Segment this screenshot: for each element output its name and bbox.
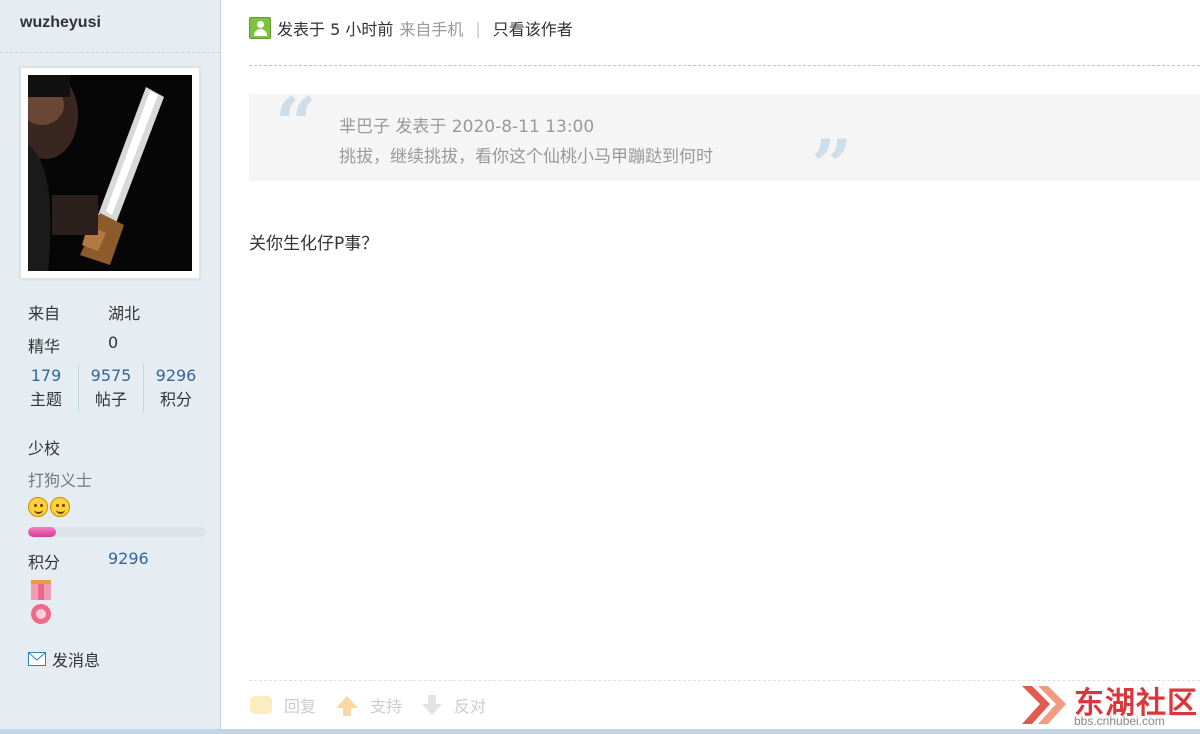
thumbs-up-arrow-icon [336,696,359,716]
from-label: 来自 [28,304,61,323]
points-label: 积分 [28,553,61,572]
avatar-image [28,75,192,271]
down-arrow-icon [422,694,443,715]
stat-threads-label: 主题 [29,390,62,409]
digest-row: 精华 0 [28,333,118,357]
stat-threads-value[interactable]: 179 [14,364,78,388]
reply-button[interactable]: 回复 [250,693,316,717]
from-row: 来自 湖北 [28,300,140,324]
site-url: bbs.cnhubei.com [1074,714,1165,728]
stat-points[interactable]: 9296 积分 [143,364,208,412]
post-actions: 回复 支持 反对 [250,693,506,717]
author-username[interactable]: wuzheyusi [20,14,101,32]
close-quote-icon: ” [811,123,853,208]
quote-header: 芈巴子 发表于 2020-8-11 13:00 [339,117,595,137]
open-quote-icon: “ [275,81,317,166]
send-message-link[interactable]: 发消息 [28,647,100,671]
post-time: 发表于 5 小时前 [277,20,394,39]
stat-posts-label: 帖子 [94,390,127,409]
reply-icon [250,696,272,714]
digest-label: 精华 [28,337,61,356]
digest-value: 0 [108,333,119,352]
meta-separator: | [475,18,481,38]
oppose-label[interactable]: 反对 [454,693,486,717]
post-meta: 发表于 5 小时前 来自手机 | 只看该作者 [249,16,573,40]
post-header-divider [249,65,1200,66]
sidebar-divider [0,52,220,53]
user-rank[interactable]: 少校 [28,435,60,459]
site-watermark: 东湖社区 bbs.cnhubei.com [1018,678,1200,734]
stat-threads[interactable]: 179 主题 [14,364,78,412]
post-source: 来自手机 [399,20,464,39]
only-author-link[interactable]: 只看该作者 [493,16,573,40]
avatar[interactable] [28,75,192,271]
medal-icon[interactable] [28,580,54,628]
stat-posts[interactable]: 9575 帖子 [78,364,143,412]
custom-title: 打狗义士 [28,471,93,490]
post-content: 关你生化仔P事？ [249,234,379,254]
points-row: 积分 9296 [28,549,149,573]
level-progress-bar [28,527,206,537]
avatar-frame[interactable] [20,67,200,279]
user-online-icon [249,17,271,39]
quote-body: 挑拔，继续挑拔，看你这个仙桃小马甲蹦跶到何时 [339,147,713,167]
quote-block: “ 芈巴子 发表于 2020-8-11 13:00 挑拔，继续挑拔，看你这个仙桃… [249,88,1200,202]
bottom-border [0,729,1200,734]
from-value: 湖北 [108,304,141,323]
envelope-icon [28,652,46,666]
smiley-icon [28,497,48,517]
site-logo-icon [1022,686,1066,724]
send-message-label[interactable]: 发消息 [52,647,100,671]
stat-posts-value[interactable]: 9575 [79,364,143,388]
stat-points-label: 积分 [159,390,192,409]
reply-label[interactable]: 回复 [284,693,316,717]
points-value: 9296 [108,549,149,568]
author-sidebar: wuzheyusi 来自 湖北 精华 0 179 主题 9575 帖子 9296… [0,0,221,734]
smiley-icon [50,497,70,517]
stat-points-value[interactable]: 9296 [144,364,208,388]
support-label[interactable]: 支持 [370,693,402,717]
level-stars [28,497,70,517]
level-progress-fill [28,527,57,537]
support-button[interactable]: 支持 [336,693,402,717]
author-stats: 179 主题 9575 帖子 9296 积分 [14,364,208,412]
oppose-button[interactable]: 反对 [422,693,486,717]
